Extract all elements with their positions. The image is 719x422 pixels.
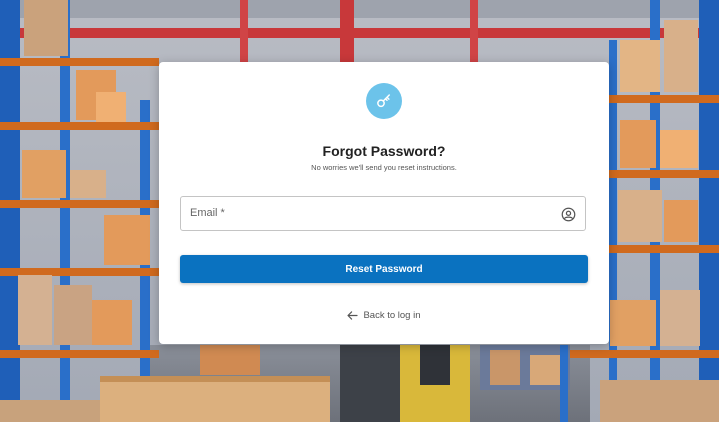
- arrow-left-icon: [347, 311, 359, 320]
- page-subtitle: No worries we'll send you reset instruct…: [311, 163, 457, 172]
- page-title: Forgot Password?: [322, 143, 446, 159]
- email-input[interactable]: [181, 197, 585, 230]
- forgot-password-card: Forgot Password? No worries we'll send y…: [159, 62, 609, 344]
- email-field[interactable]: Email *: [180, 196, 586, 231]
- key-icon: [377, 94, 390, 108]
- reset-password-button[interactable]: Reset Password: [180, 255, 588, 283]
- back-to-login-label: Back to log in: [363, 310, 421, 321]
- back-to-login-link[interactable]: Back to log in: [159, 310, 609, 321]
- login-page: Forgot Password? No worries we'll send y…: [0, 0, 719, 422]
- account-circle-icon: [561, 207, 576, 222]
- key-badge: [366, 83, 402, 119]
